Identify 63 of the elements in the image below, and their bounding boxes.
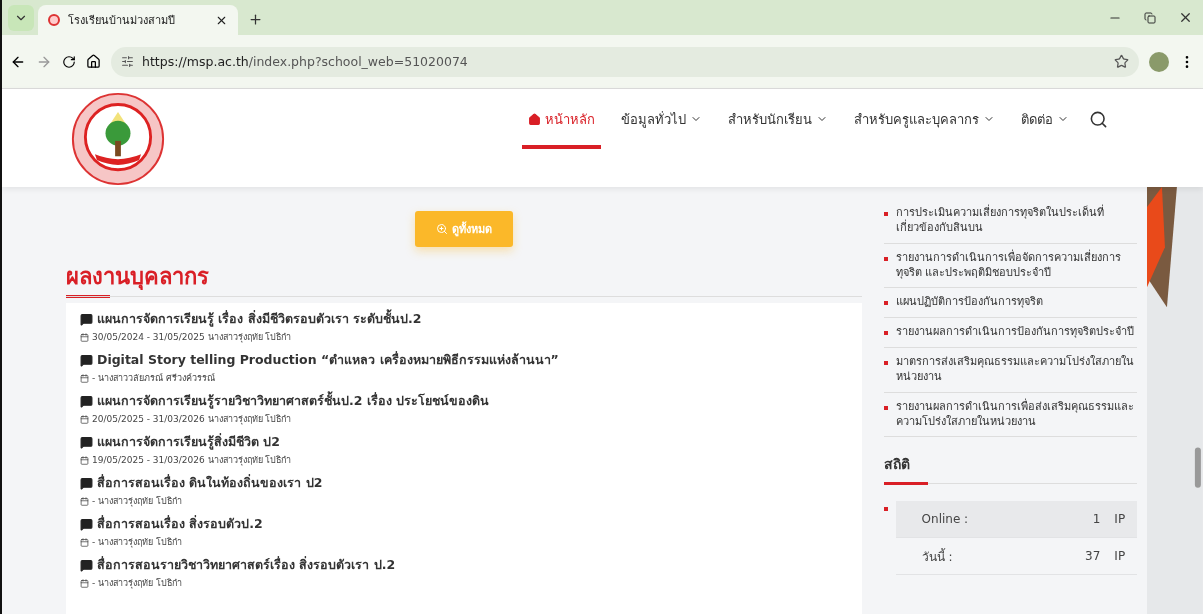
search-icon[interactable] — [1089, 109, 1108, 129]
sidebar-link[interactable]: รายงานผลการดำเนินการเพื่อส่งเสริมคุณธรรมและความโปร่งใสภายในหน่วยงาน — [883, 392, 1138, 438]
work-meta: - นางสาวรุ่งฤทัย โปธิก๋า — [92, 536, 182, 549]
close-icon[interactable] — [1178, 10, 1193, 25]
speech-bubble-icon — [80, 476, 93, 490]
reload-icon[interactable] — [62, 54, 76, 69]
stats-label: Online : — [921, 512, 970, 527]
calendar-icon — [80, 537, 89, 547]
work-link[interactable]: สื่อการสอนเรื่อง ดินในท้องถิ่นของเรา ป2 — [80, 473, 848, 493]
work-link[interactable]: Digital Story telling Production “ตำแหลว เครื่องหมายพิธีกรรมแห่งล้านนา” — [80, 350, 848, 370]
work-meta: 30/05/2024 - 31/05/2025 นางสาวรุ่งฤทัย โปธิก๋า — [92, 331, 292, 344]
speech-bubble-icon — [80, 353, 93, 367]
work-meta: - นางสาวรุ่งฤทัย โปธิก๋า — [92, 495, 182, 508]
address-bar[interactable]: https://msp.ac.th/index.php?school_web=51020074 — [111, 46, 1139, 77]
stats-label: วันนี้ : — [921, 547, 954, 566]
calendar-icon — [80, 455, 89, 465]
work-meta: 20/05/2025 - 31/03/2026 นางสาวรุ่งฤทัย โปธิก๋า — [92, 413, 292, 426]
work-meta: - นางสาววลัยภรณ์ ศรีวงค์วรรณ์ — [92, 372, 215, 385]
favicon-icon — [48, 14, 60, 26]
stats-count: 1 — [1092, 512, 1101, 527]
work-meta: - นางสาวรุ่งฤทัย โปธิก๋า — [92, 577, 182, 590]
speech-bubble-icon — [80, 517, 93, 531]
calendar-icon — [80, 496, 89, 506]
work-link[interactable]: สื่อการสอนรายวิชาวิทยาศาสตร์เรื่อง สิ่งรอบตัวเรา ป.2 — [80, 555, 848, 575]
zoom-in-icon — [435, 223, 448, 235]
sidebar-link[interactable]: แผนปฏิบัติการป้องกันการทุจริต — [883, 288, 1138, 319]
home-icon[interactable] — [86, 54, 101, 69]
bullet-icon — [883, 507, 888, 512]
sidebar-link[interactable]: รายงานผลการดำเนินการป้องกันการทุจริตประจำปี — [883, 318, 1138, 349]
nav-link[interactable]: ข้อมูลทั่วไป — [615, 89, 708, 149]
work-link[interactable]: แผนการจัดการเรียนรู้ เรื่อง สิ่งมีชีวิตรอบตัวเรา ระดับชั้นป.2 — [80, 309, 848, 329]
profile-avatar[interactable] — [1149, 51, 1169, 72]
bookmark-star-icon[interactable] — [1114, 54, 1129, 69]
work-link[interactable]: แผนการจัดการเรียนรู้รายวิชาวิทยาศาสตร์ชั้นป.2 เรื่อง ประโยชน์ของดิน — [80, 391, 848, 411]
calendar-icon — [80, 414, 89, 424]
tab-title: โรงเรียนบ้านม่วงสามปี — [68, 13, 176, 29]
stats-unit: IP — [1114, 512, 1126, 527]
sidebar-link[interactable]: รายงานการดำเนินการเพื่อจัดการความเสี่ยงการทุจริต และประพฤติมิชอบประจำปี — [883, 243, 1138, 289]
calendar-icon — [80, 332, 89, 342]
nav-link[interactable]: สำหรับนักเรียน — [722, 89, 834, 149]
home-icon — [528, 112, 541, 126]
stats-count: 37 — [1085, 549, 1101, 564]
plus-icon — [247, 11, 263, 27]
work-meta: 19/05/2025 - 31/03/2026 นางสาวรุ่งฤทัย โปธิก๋า — [92, 454, 292, 467]
browser-tab[interactable]: โรงเรียนบ้านม่วงสามปี — [38, 5, 238, 35]
nav-link[interactable]: ติดต่อ — [1015, 89, 1075, 149]
speech-bubble-icon — [80, 558, 93, 572]
sidebar-link[interactable]: มาตรการส่งเสริมคุณธรรมและความโปร่งใสภายในหน่วยงาน — [883, 348, 1138, 393]
calendar-icon — [80, 578, 89, 588]
url-text: https://msp.ac.th/index.php?school_web=51020074 — [142, 54, 468, 69]
speech-bubble-icon — [80, 312, 93, 326]
sidebar-link[interactable]: การประเมินความเสี่ยงการทุจริตในประเด็นที่เกี่ยวข้องกับสินบน — [883, 199, 1138, 244]
nav-link[interactable]: หน้าหลัก — [522, 89, 601, 149]
speech-bubble-icon — [80, 435, 93, 449]
section-title: ผลงานบุคลากร — [66, 259, 862, 297]
site-settings-icon[interactable] — [121, 55, 134, 68]
restore-icon[interactable] — [1144, 11, 1156, 24]
speech-bubble-icon — [80, 394, 93, 408]
work-link[interactable]: สื่อการสอนเรื่อง สิ่งรอบตัวป.2 — [80, 514, 848, 534]
work-link[interactable]: แผนการจัดการเรียนรู้สิ่งมีชีวิต ป2 — [80, 432, 848, 452]
stats-unit: IP — [1114, 549, 1126, 564]
calendar-icon — [80, 373, 89, 383]
nav-link[interactable]: สำหรับครูและบุคลากร — [848, 89, 1001, 149]
